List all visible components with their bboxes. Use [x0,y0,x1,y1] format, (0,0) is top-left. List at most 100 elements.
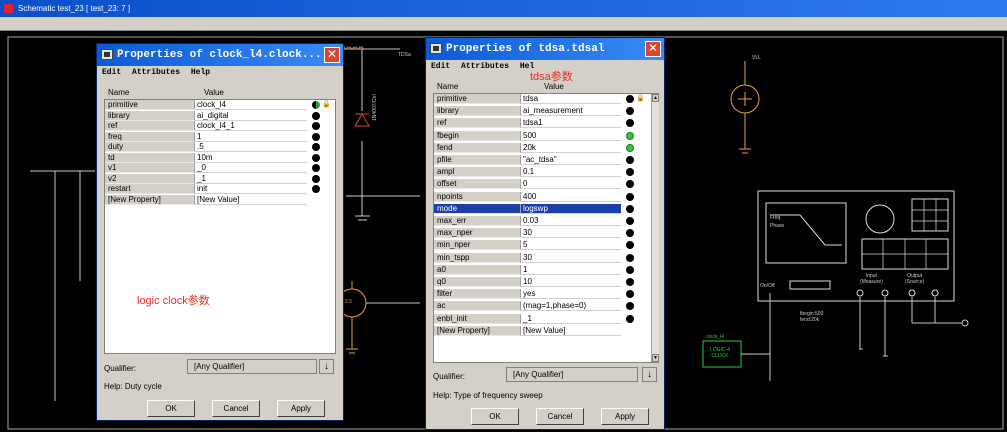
property-name[interactable]: primitive [105,100,195,110]
property-value[interactable]: [New Value] [521,325,621,336]
property-value[interactable]: tdsa [521,94,621,104]
property-value[interactable]: 1 [195,131,307,142]
status-dot-icon[interactable] [626,229,634,238]
property-row[interactable]: ref clock_l4_1 [105,121,337,131]
status-dot-icon[interactable] [626,265,634,274]
status-dot-icon[interactable] [626,253,634,262]
property-value[interactable]: _0 [195,163,307,173]
property-name[interactable]: min_tspp [434,252,521,263]
dialog1-title-bar[interactable]: Properties of clock_l4.clock... ✕ [97,44,343,66]
property-name[interactable]: ref [105,121,195,131]
property-row[interactable]: min_nper 5 [434,240,650,251]
status-dot-icon[interactable] [626,204,634,213]
status-dot-icon[interactable] [626,119,634,128]
property-row[interactable]: fbegin 500 [434,130,650,141]
property-name[interactable]: fbegin [434,130,521,141]
cancel-button[interactable]: Cancel [536,408,584,425]
property-name[interactable]: v1 [105,163,195,173]
property-name[interactable]: ac [434,301,521,312]
property-row[interactable]: min_tspp 30 [434,252,650,263]
property-value[interactable]: (mag=1,phase=0) [521,301,621,312]
dialog2-title-bar[interactable]: Properties of tdsa.tdsal ✕ [426,38,664,60]
close-icon[interactable]: ✕ [645,41,661,57]
qualifier-select[interactable]: [Any Qualifier] [187,359,317,374]
status-dot-icon[interactable] [312,174,320,183]
property-value[interactable]: "ac_tdsa" [521,155,621,165]
ok-button[interactable]: OK [471,408,519,425]
property-value[interactable]: 10 [521,277,621,287]
property-row[interactable]: restart init [105,184,337,194]
status-dot-icon[interactable] [626,302,634,311]
status-dot-icon[interactable] [312,153,320,162]
property-row[interactable]: [New Property] [New Value] [434,325,650,336]
property-value[interactable]: 0.1 [521,167,621,178]
qualifier-dropdown-icon[interactable]: ↓ [642,367,657,382]
status-dot-icon[interactable] [312,132,320,141]
property-value[interactable]: 30 [521,228,621,239]
property-name[interactable]: [New Property] [105,194,195,205]
name-column-header[interactable]: Name [104,88,190,98]
property-row[interactable]: [New Property] [New Value] [105,194,337,205]
property-row[interactable]: v1 _0 [105,163,337,173]
property-name[interactable]: library [105,110,195,121]
status-dot-icon[interactable] [626,107,634,116]
property-row[interactable]: ac (mag=1,phase=0) [434,301,650,312]
property-row[interactable]: npoints 400 [434,191,650,202]
scroll-down-icon[interactable]: ▼ [652,354,659,362]
property-row[interactable]: max_err 0.03 [434,216,650,226]
property-value[interactable]: 30 [521,252,621,263]
property-value[interactable]: 1 [521,264,621,275]
property-row[interactable]: offset 0 [434,179,650,190]
property-row[interactable]: td 10m [105,152,337,163]
property-row[interactable]: fend 20k [434,142,650,153]
main-window-title-bar[interactable]: Schematic test_23 [ test_23: 7 ] [0,0,1007,17]
status-dot-icon[interactable] [626,278,634,286]
status-dot-icon[interactable] [626,314,634,323]
property-row[interactable]: ref tdsa1 [434,118,650,129]
status-dot-icon[interactable] [312,122,320,130]
property-value[interactable]: 5 [521,240,621,251]
ok-button[interactable]: OK [147,400,195,417]
property-name[interactable]: mode [434,203,521,214]
property-value[interactable]: yes [521,289,621,300]
property-value[interactable]: clock_l4_1 [195,121,307,131]
status-dot-icon[interactable] [312,111,320,120]
menu-edit[interactable]: Edit [431,62,450,71]
property-value[interactable]: .5 [195,142,307,152]
lock-icon[interactable]: 🔒 [636,94,645,103]
status-dot-icon[interactable] [312,143,320,151]
status-dot-icon[interactable] [626,241,634,250]
property-row[interactable]: mode logswp [434,203,650,214]
status-dot-icon[interactable] [626,192,634,201]
property-name[interactable]: [New Property] [434,325,521,336]
property-name[interactable]: pfile [434,155,521,165]
property-name[interactable]: offset [434,179,521,190]
lock-icon[interactable]: 🔒 [322,100,331,109]
status-green-dot-icon[interactable] [626,143,634,152]
property-value[interactable]: 0.03 [521,216,621,226]
property-row[interactable]: v2 _1 [105,173,337,184]
apply-button[interactable]: Apply [601,408,649,425]
status-dot-icon[interactable] [626,290,634,299]
status-green-dot-icon[interactable] [626,131,634,140]
property-name[interactable]: q0 [434,277,521,287]
property-name[interactable]: freq [105,131,195,142]
property-name[interactable]: filter [434,289,521,300]
property-value[interactable]: 10m [195,152,307,163]
status-dot-icon[interactable] [626,168,634,177]
property-name[interactable]: library [434,106,521,117]
close-icon[interactable]: ✕ [324,47,340,63]
property-value[interactable]: init [195,184,307,194]
status-dot-icon[interactable] [626,180,634,189]
property-value[interactable]: logswp [521,203,621,214]
property-row[interactable]: q0 10 [434,277,650,287]
property-name[interactable]: a0 [434,264,521,275]
property-value[interactable]: clock_l4 [195,100,307,110]
property-value[interactable]: 400 [521,191,621,202]
clock-properties-dialog[interactable]: Properties of clock_l4.clock... ✕ Edit A… [96,43,344,421]
status-dot-icon[interactable] [626,156,634,164]
property-name[interactable]: min_nper [434,240,521,251]
scroll-up-icon[interactable]: ▲ [652,94,659,102]
property-name[interactable]: restart [105,184,195,194]
property-value[interactable]: _1 [521,313,621,324]
